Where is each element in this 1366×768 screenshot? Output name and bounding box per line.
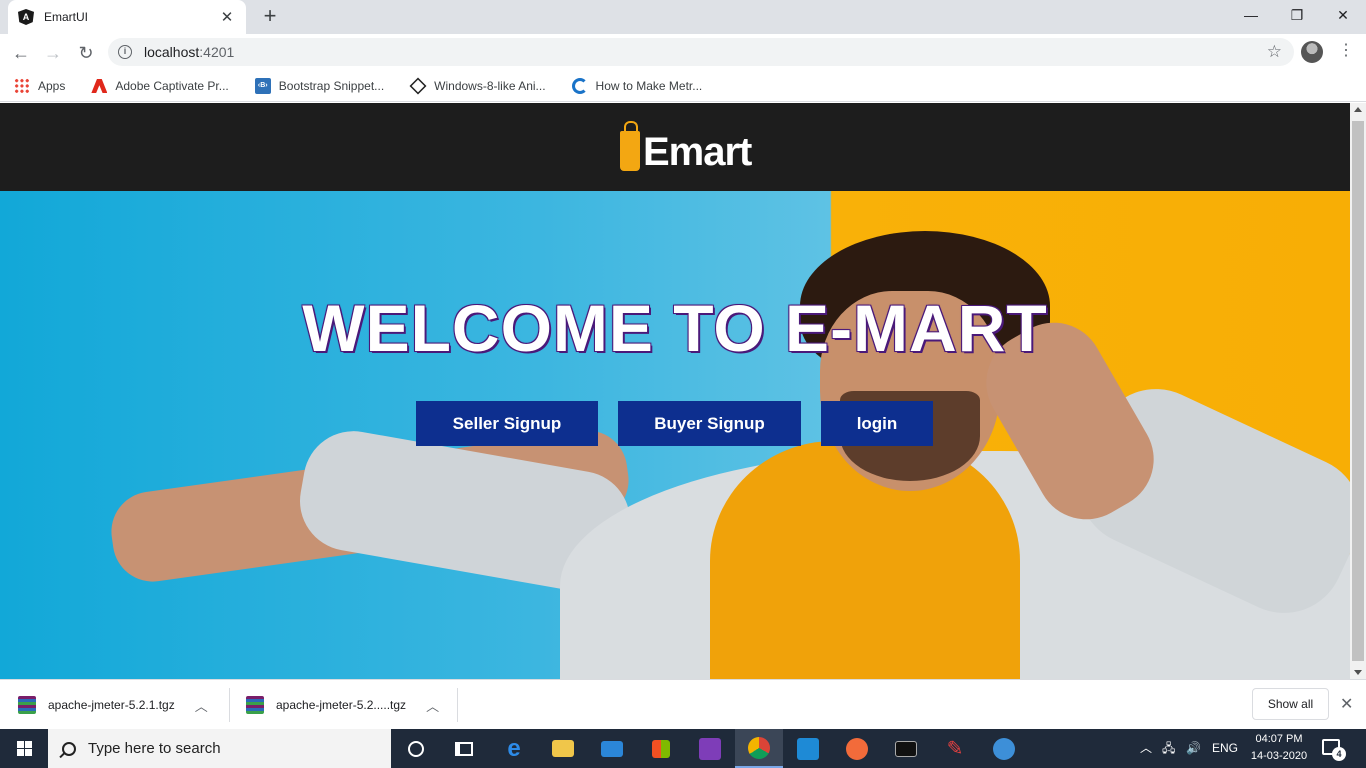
bookmark-adobe-captivate[interactable]: Adobe Captivate Pr... <box>91 78 229 94</box>
clock[interactable]: 04:07 PM 14-03-2020 <box>1245 731 1313 765</box>
network-icon[interactable]: 🖧 <box>1162 729 1175 768</box>
vertical-scrollbar[interactable] <box>1350 103 1366 679</box>
close-shelf-icon[interactable]: ✕ <box>1340 694 1353 714</box>
new-tab-button[interactable]: + <box>258 5 282 29</box>
chrome-icon[interactable] <box>735 729 783 768</box>
close-tab-icon[interactable]: ✕ <box>218 8 236 26</box>
profile-avatar[interactable] <box>1301 41 1323 63</box>
close-window-button[interactable]: ✕ <box>1320 0 1366 30</box>
postman-icon[interactable] <box>833 729 881 768</box>
store-icon[interactable] <box>637 729 685 768</box>
login-button[interactable]: login <box>821 401 933 446</box>
browser-toolbar: ← → ↻ i localhost:4201 ☆ <box>0 34 1366 71</box>
visual-studio-icon[interactable] <box>686 729 734 768</box>
search-icon <box>62 741 76 756</box>
bookmarks-bar: Apps Adobe Captivate Pr... ‹B› Bootstrap… <box>0 71 1366 102</box>
codepen-icon <box>409 77 427 95</box>
vscode-icon[interactable] <box>784 729 832 768</box>
cortana-icon[interactable] <box>392 729 440 768</box>
notification-count-badge: 4 <box>1332 747 1346 761</box>
terminal-icon[interactable] <box>882 729 930 768</box>
downloads-shelf: apache-jmeter-5.2.1.tgz ︿ apache-jmeter-… <box>0 679 1366 729</box>
address-bar[interactable]: i localhost:4201 ☆ <box>108 38 1294 66</box>
adobe-icon <box>91 78 108 94</box>
tab-strip: A EmartUI ✕ + — ❐ ✕ <box>0 0 1366 34</box>
language-indicator[interactable]: ENG <box>1212 729 1238 768</box>
back-arrow-icon[interactable]: ← <box>8 40 34 66</box>
menu-kebab-icon[interactable]: ⋮ <box>1338 40 1354 62</box>
archive-file-icon <box>18 696 36 714</box>
reload-icon[interactable]: ↻ <box>73 40 99 66</box>
info-icon[interactable]: i <box>118 45 132 59</box>
scroll-down-arrow-icon[interactable] <box>1354 670 1362 675</box>
taskbar-search[interactable]: Type here to search <box>48 729 391 768</box>
site-navbar: Emart <box>0 103 1350 191</box>
bookmark-star-icon[interactable]: ☆ <box>1267 42 1282 62</box>
mail-icon[interactable] <box>588 729 636 768</box>
browser-tab[interactable]: A EmartUI ✕ <box>8 0 246 34</box>
seller-signup-button[interactable]: Seller Signup <box>416 401 598 446</box>
hero-banner: WELCOME TO E-MART Seller Signup Buyer Si… <box>0 191 1350 679</box>
bootstrap-icon: ‹B› <box>254 78 271 94</box>
url-text: localhost:4201 <box>144 44 235 60</box>
archive-file-icon <box>246 696 264 714</box>
download-item[interactable]: apache-jmeter-5.2.1.tgz ︿ <box>0 688 230 722</box>
minimize-button[interactable]: — <box>1228 0 1274 30</box>
welcome-heading: WELCOME TO E-MART <box>302 291 1048 365</box>
metro-icon <box>571 78 588 94</box>
scroll-up-arrow-icon[interactable] <box>1354 107 1362 112</box>
buyer-signup-button[interactable]: Buyer Signup <box>618 401 801 446</box>
chevron-up-icon[interactable]: ︿ <box>195 696 208 715</box>
download-item[interactable]: apache-jmeter-5.2.....tgz ︿ <box>230 688 458 722</box>
docker-icon[interactable] <box>980 729 1028 768</box>
bookmark-windows8[interactable]: Windows-8-like Ani... <box>409 77 546 95</box>
bookmark-apps[interactable]: Apps <box>14 78 65 94</box>
logo-text: Emart <box>643 130 752 174</box>
tab-title: EmartUI <box>44 10 89 24</box>
shopping-bag-icon <box>620 121 640 171</box>
bookmark-bootstrap-snippet[interactable]: ‹B› Bootstrap Snippet... <box>254 78 384 94</box>
file-explorer-icon[interactable] <box>539 729 587 768</box>
restore-button[interactable]: ❐ <box>1274 0 1320 30</box>
apps-grid-icon <box>14 78 30 94</box>
task-view-icon[interactable] <box>440 729 488 768</box>
emart-logo[interactable]: Emart <box>620 117 752 175</box>
scrollbar-thumb[interactable] <box>1352 121 1364 661</box>
pen-app-icon[interactable]: ✎ <box>931 729 979 768</box>
windows-taskbar: Type here to search e ✎ ︿ 🖧 🔊 ENG 04:07 … <box>0 729 1366 768</box>
windows-logo-icon <box>17 741 32 756</box>
start-button[interactable] <box>0 729 48 768</box>
chevron-up-icon[interactable]: ︿ <box>426 696 439 715</box>
volume-icon[interactable]: 🔊 <box>1186 729 1201 768</box>
forward-arrow-icon[interactable]: → <box>40 40 66 66</box>
web-page: Emart WELCOME TO E-MART Seller Signup Bu… <box>0 103 1350 679</box>
bookmark-metro[interactable]: How to Make Metr... <box>571 78 702 94</box>
show-all-button[interactable]: Show all <box>1252 688 1329 720</box>
edge-icon[interactable]: e <box>490 729 538 768</box>
show-hidden-icons-chevron-icon[interactable]: ︿ <box>1140 729 1152 768</box>
angular-icon: A <box>18 9 34 25</box>
